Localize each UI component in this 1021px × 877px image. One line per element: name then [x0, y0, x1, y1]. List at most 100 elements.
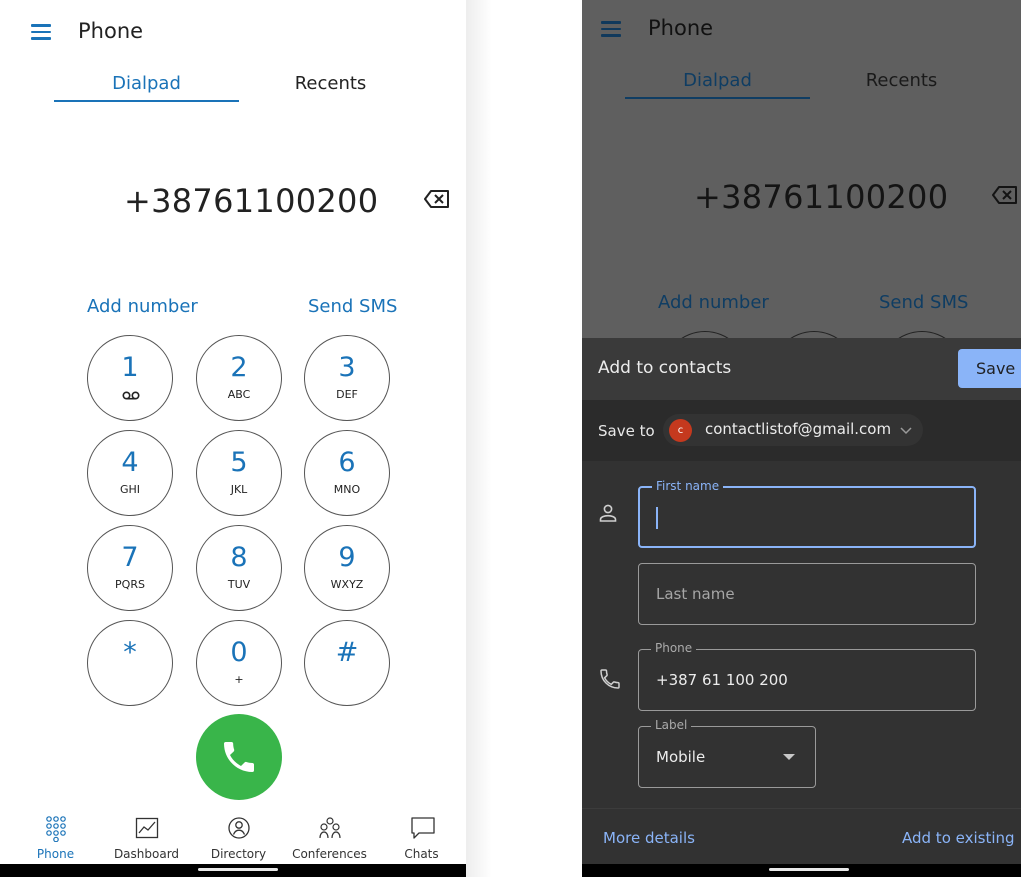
- nav-label: Dashboard: [113, 847, 180, 861]
- key-star[interactable]: *: [87, 620, 173, 706]
- key-letters: JKL: [230, 483, 248, 496]
- add-number-link[interactable]: Add number: [87, 296, 198, 317]
- nav-chats[interactable]: Chats: [375, 806, 466, 864]
- tab-indicator: [54, 100, 239, 102]
- key-4[interactable]: 4 GHI: [87, 430, 173, 516]
- key-digit: 9: [338, 542, 356, 573]
- add-number-link[interactable]: Add number: [658, 292, 769, 313]
- nav-label: Phone: [36, 847, 75, 861]
- nav-conferences[interactable]: Conferences: [283, 806, 376, 864]
- add-contact-sheet: Add to contacts Save Save to c contactli…: [582, 338, 1021, 864]
- key-letters: TUV: [227, 578, 251, 591]
- key-digit: 2: [230, 352, 248, 383]
- key-hash[interactable]: #: [304, 620, 390, 706]
- save-to-label: Save to: [598, 422, 655, 440]
- dropdown-arrow-icon: [783, 754, 795, 760]
- key-8[interactable]: 8 TUV: [196, 525, 282, 611]
- key-digit: 7: [121, 542, 139, 573]
- key-letters: DEF: [336, 388, 358, 401]
- phone-icon: [224, 742, 254, 772]
- key-digit: 1: [121, 352, 139, 383]
- key-digit: 8: [230, 542, 248, 573]
- key-digit: 6: [338, 447, 356, 478]
- dialed-number: +38761100200: [124, 182, 379, 220]
- account-selector[interactable]: c contactlistof@gmail.com: [663, 414, 923, 446]
- phone-icon: [600, 669, 620, 689]
- chart-icon: [135, 817, 159, 839]
- key-0[interactable]: 0 +: [196, 620, 282, 706]
- key-letters: GHI: [119, 483, 141, 496]
- nav-directory[interactable]: Directory: [192, 806, 285, 864]
- key-letters: +: [234, 673, 244, 686]
- call-button[interactable]: [196, 714, 282, 800]
- tab-recents[interactable]: Recents: [809, 70, 994, 91]
- tab-indicator: [625, 97, 810, 99]
- text-cursor: [656, 507, 658, 529]
- key-6[interactable]: 6 MNO: [304, 430, 390, 516]
- account-email: contactlistof@gmail.com: [705, 420, 892, 438]
- nav-label: Chats: [404, 847, 439, 861]
- key-digit: 5: [230, 447, 248, 478]
- key-letters: PQRS: [115, 578, 145, 591]
- save-button[interactable]: Save: [958, 349, 1021, 388]
- key-5[interactable]: 5 JKL: [196, 430, 282, 516]
- backspace-icon[interactable]: [992, 186, 1018, 204]
- key-3[interactable]: 3 DEF: [304, 335, 390, 421]
- label-select-label: Label: [651, 718, 692, 732]
- menu-icon[interactable]: [31, 24, 51, 40]
- key-9[interactable]: 9 WXYZ: [304, 525, 390, 611]
- nav-dashboard[interactable]: Dashboard: [100, 806, 193, 864]
- key-1[interactable]: 1: [87, 335, 173, 421]
- app-title: Phone: [78, 19, 144, 43]
- home-handle[interactable]: [198, 868, 278, 871]
- key-letters: MNO: [333, 483, 361, 496]
- tab-recents[interactable]: Recents: [238, 73, 423, 94]
- tab-dialpad[interactable]: Dialpad: [625, 70, 810, 91]
- account-avatar: c: [669, 419, 692, 442]
- dialed-number: +38761100200: [694, 178, 949, 216]
- backspace-icon[interactable]: [424, 190, 450, 208]
- add-to-existing-link[interactable]: Add to existing: [902, 829, 1015, 847]
- key-digit: *: [123, 637, 137, 668]
- send-sms-link[interactable]: Send SMS: [308, 296, 397, 317]
- key-digit: 3: [338, 352, 356, 383]
- send-sms-link[interactable]: Send SMS: [879, 292, 968, 313]
- bottom-nav: Phone Dashboard Directory Conferences Ch…: [0, 806, 466, 864]
- conference-icon: [319, 817, 341, 839]
- last-name-field[interactable]: Last name: [638, 563, 976, 625]
- screen-shadow: [466, 0, 492, 877]
- sheet-footer: More details Add to existing: [582, 808, 1021, 864]
- menu-icon[interactable]: [601, 21, 621, 37]
- phone-field[interactable]: Phone +387 61 100 200: [638, 641, 976, 711]
- key-letters: ABC: [227, 388, 251, 401]
- key-7[interactable]: 7 PQRS: [87, 525, 173, 611]
- more-details-link[interactable]: More details: [603, 829, 695, 847]
- first-name-field[interactable]: First name: [638, 479, 976, 548]
- phone-label: Phone: [651, 641, 697, 655]
- nav-label: Directory: [210, 847, 267, 861]
- system-nav-bar: [0, 864, 466, 877]
- first-name-label: First name: [652, 479, 724, 493]
- dialpad-icon: [46, 816, 66, 842]
- label-select-value: Mobile: [656, 748, 706, 766]
- home-handle[interactable]: [769, 868, 849, 871]
- last-name-placeholder: Last name: [656, 585, 735, 603]
- add-contact-screen: Phone Dialpad Recents +38761100200 Add n…: [582, 0, 1021, 877]
- nav-phone[interactable]: Phone: [9, 806, 102, 864]
- chevron-down-icon: [900, 427, 912, 435]
- save-to-row: Save to c contactlistof@gmail.com: [582, 400, 1021, 461]
- person-icon: [599, 504, 617, 522]
- system-nav-bar: [582, 864, 1021, 877]
- key-digit: 4: [121, 447, 139, 478]
- key-2[interactable]: 2 ABC: [196, 335, 282, 421]
- sheet-title: Add to contacts: [598, 358, 732, 378]
- sheet-header: Add to contacts Save: [582, 338, 1021, 400]
- label-select[interactable]: Label Mobile: [638, 718, 816, 788]
- chat-icon: [411, 817, 435, 839]
- tab-dialpad[interactable]: Dialpad: [54, 73, 239, 94]
- app-title: Phone: [648, 16, 714, 40]
- key-digit: #: [335, 637, 359, 668]
- directory-icon: [228, 817, 250, 839]
- key-digit: 0: [230, 637, 248, 668]
- voicemail-icon: [122, 391, 140, 400]
